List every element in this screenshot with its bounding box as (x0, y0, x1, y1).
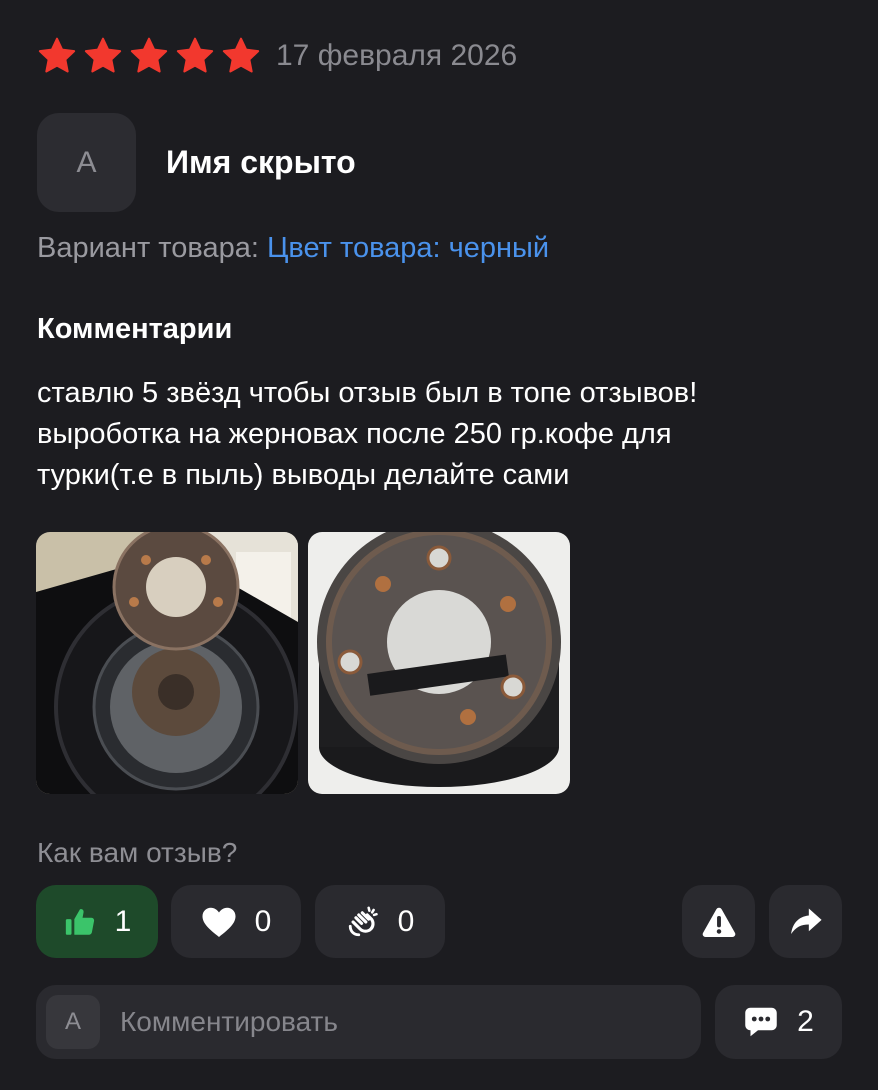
avatar: А (46, 995, 100, 1049)
star-icon (84, 37, 122, 73)
share-arrow-icon (790, 908, 822, 934)
feedback-question: Как вам отзыв? (37, 837, 238, 868)
star-icon (130, 37, 168, 73)
reaction-bar: 1 0 0 (36, 885, 842, 958)
comment-placeholder: Комментировать (120, 1006, 338, 1037)
review-text-line: выроботка на жерновах после 250 гр.кофе … (37, 418, 672, 450)
comments-button[interactable]: 2 (715, 985, 842, 1059)
author-name: Имя скрыто (166, 144, 356, 180)
coffee-grinder-burr-photo-2 (308, 532, 570, 794)
share-button[interactable] (769, 885, 842, 958)
review-text: ставлю 5 звёзд чтобы отзыв был в топе от… (37, 373, 827, 496)
warning-icon (702, 907, 735, 937)
clap-button[interactable]: 0 (315, 885, 445, 958)
comment-row: А Комментировать 2 (36, 985, 842, 1059)
review-text-line: турки(т.е в пыль) выводы делайте сами (37, 459, 570, 491)
review-date: 17 февраля 2026 (276, 39, 518, 72)
review-author: А Имя скрыто (37, 113, 356, 212)
thumbs-up-icon (65, 908, 94, 935)
variant-label: Вариант товара: (37, 232, 259, 264)
heart-button[interactable]: 0 (171, 885, 301, 958)
like-button[interactable]: 1 (36, 885, 158, 958)
star-rating (36, 36, 262, 76)
avatar: А (37, 113, 136, 212)
like-count: 1 (114, 904, 132, 938)
clap-count: 0 (397, 904, 415, 938)
heart-count: 0 (254, 904, 272, 938)
star-icon (176, 37, 214, 73)
comments-count: 2 (797, 1005, 814, 1038)
review-photo-2[interactable] (308, 532, 570, 794)
clapping-hands-icon (348, 906, 378, 936)
review-photo-1[interactable] (36, 532, 298, 794)
review-photos (36, 532, 570, 794)
review-text-line: ставлю 5 звёзд чтобы отзыв был в топе от… (37, 377, 698, 409)
star-icon (222, 37, 260, 73)
rating-row: 17 февраля 2026 (36, 36, 517, 76)
comments-heading: Комментарии (37, 313, 233, 345)
comment-input[interactable]: А Комментировать (36, 985, 701, 1059)
chat-bubble-icon (745, 1007, 777, 1037)
coffee-grinder-burr-photo-1 (36, 532, 298, 794)
variant-value[interactable]: Цвет товара: черный (267, 232, 549, 264)
heart-icon (202, 907, 236, 937)
product-variant: Вариант товара: Цвет товара: черный (37, 232, 549, 265)
report-button[interactable] (682, 885, 755, 958)
star-icon (38, 37, 76, 73)
